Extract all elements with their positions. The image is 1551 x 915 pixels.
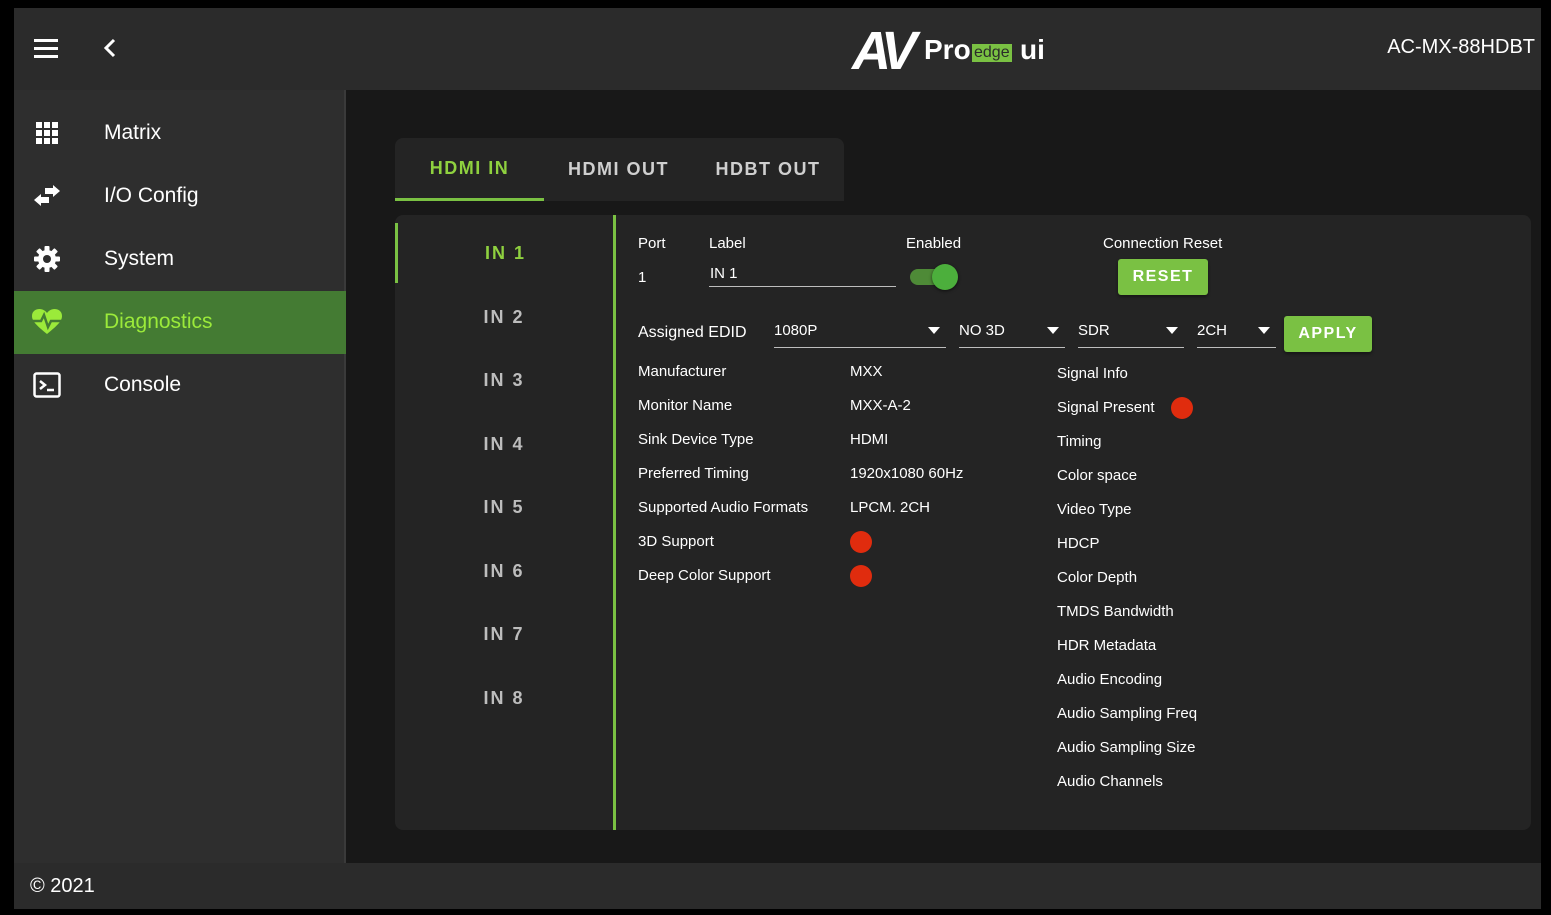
dropdown-caret-icon (928, 327, 940, 334)
input-list: IN 1 IN 2 IN 3 IN 4 IN 5 IN 6 IN 7 IN 8 (395, 215, 613, 830)
signal-present-status-indicator (1171, 397, 1193, 419)
tab-bar: HDMI IN HDMI OUT HDBT OUT (395, 138, 844, 201)
3d-support-status-indicator (850, 531, 872, 553)
dropdown-caret-icon (1258, 327, 1270, 334)
sink-info-label: 3D Support (638, 533, 714, 550)
terminal-icon (32, 370, 62, 400)
edid-3d-select[interactable]: NO 3D (959, 318, 1065, 348)
signal-info-field: Audio Channels (1057, 773, 1163, 790)
label-header: Label (709, 235, 746, 252)
assigned-edid-label: Assigned EDID (638, 324, 747, 341)
signal-present-label: Signal Present (1057, 399, 1155, 416)
app-window: AV Pro edge ui AC-MX-88HDBT Matrix I/O C… (14, 8, 1541, 909)
edid-dynamic-range-select[interactable]: SDR (1078, 318, 1184, 348)
signal-info-field: Audio Encoding (1057, 671, 1163, 688)
sidebar-item-console[interactable]: Console (14, 354, 346, 417)
signal-info-field: HDR Metadata (1057, 637, 1157, 654)
input-item-5[interactable]: IN 5 (395, 477, 613, 537)
port-header: Port (638, 235, 666, 252)
top-bar: AV Pro edge ui AC-MX-88HDBT (14, 8, 1541, 90)
signal-info-field: Timing (1057, 433, 1102, 450)
input-item-4[interactable]: IN 4 (395, 414, 613, 474)
input-item-6[interactable]: IN 6 (395, 541, 613, 601)
sidebar-item-io-config[interactable]: I/O Config (14, 165, 346, 228)
dropdown-caret-icon (1047, 327, 1059, 334)
port-details: Port 1 Label Enabled Connection Reset RE… (616, 215, 1531, 830)
signal-info-field: Audio Sampling Size (1057, 739, 1196, 756)
tab-hdmi-out[interactable]: HDMI OUT (544, 138, 693, 201)
sidebar-item-label: Diagnostics (104, 310, 213, 333)
footer: © 2021 (14, 863, 1541, 909)
sink-info-label: Monitor Name (638, 397, 733, 414)
signal-info-field: Video Type (1057, 501, 1132, 518)
sink-info-label: Manufacturer (638, 363, 727, 380)
signal-info-field: TMDS Bandwidth (1057, 603, 1174, 620)
connection-reset-header: Connection Reset (1103, 235, 1223, 252)
heartbeat-icon (32, 307, 62, 337)
sidebar-item-label: Matrix (104, 121, 162, 144)
input-item-3[interactable]: IN 3 (395, 350, 613, 410)
tab-hdbt-out[interactable]: HDBT OUT (693, 138, 843, 201)
deep-color-status-indicator (850, 565, 872, 587)
gear-icon (32, 244, 62, 274)
sink-info-value: MXX-A-2 (850, 397, 911, 414)
menu-icon[interactable] (32, 36, 60, 62)
input-item-2[interactable]: IN 2 (395, 287, 613, 347)
sidebar-item-label: Console (104, 373, 182, 396)
enabled-toggle[interactable] (908, 264, 960, 290)
copyright-text: © 2021 (30, 875, 95, 897)
swap-arrows-icon (32, 181, 62, 211)
sink-info-value: 1920x1080 60Hz (850, 465, 964, 482)
port-value: 1 (638, 269, 647, 286)
sink-info-label: Deep Color Support (638, 567, 771, 584)
enabled-header: Enabled (906, 235, 962, 252)
edid-audio-select[interactable]: 2CH (1197, 318, 1276, 348)
sidebar-item-matrix[interactable]: Matrix (14, 102, 346, 165)
signal-info-field: Color Depth (1057, 569, 1138, 586)
signal-info-field: Color space (1057, 467, 1138, 484)
signal-info-field: Audio Sampling Freq (1057, 705, 1198, 722)
grid-icon (32, 118, 62, 148)
sink-info-label: Sink Device Type (638, 431, 754, 448)
dropdown-caret-icon (1166, 327, 1178, 334)
sidebar: Matrix I/O Config System Diagnostics Con… (14, 90, 346, 863)
diagnostics-panel: IN 1 IN 2 IN 3 IN 4 IN 5 IN 6 IN 7 IN 8 … (395, 215, 1531, 830)
device-name: AC-MX-88HDBT (1387, 36, 1535, 58)
sink-info-label: Supported Audio Formats (638, 499, 809, 516)
toggle-knob (932, 264, 958, 290)
reset-button[interactable]: RESET (1118, 259, 1208, 295)
sink-info-label: Preferred Timing (638, 465, 749, 482)
chevron-left-icon[interactable] (98, 32, 122, 64)
sidebar-item-diagnostics[interactable]: Diagnostics (14, 291, 346, 354)
sink-info-value: LPCM. 2CH (850, 499, 931, 516)
sidebar-item-label: System (104, 247, 175, 270)
input-item-8[interactable]: IN 8 (395, 668, 613, 728)
input-item-7[interactable]: IN 7 (395, 604, 613, 664)
sink-info-value: MXX (850, 363, 883, 380)
label-input[interactable] (709, 257, 896, 287)
tab-hdmi-in[interactable]: HDMI IN (395, 138, 544, 201)
sidebar-item-label: I/O Config (104, 184, 199, 207)
edid-resolution-select[interactable]: 1080P (774, 318, 946, 348)
apply-button[interactable]: APPLY (1284, 316, 1372, 352)
signal-info-title: Signal Info (1057, 365, 1128, 382)
input-item-1[interactable]: IN 1 (395, 223, 613, 283)
sidebar-item-system[interactable]: System (14, 228, 346, 291)
signal-info-field: HDCP (1057, 535, 1100, 552)
logo: AV Pro edge ui (852, 21, 1045, 81)
sink-info-value: HDMI (850, 431, 889, 448)
